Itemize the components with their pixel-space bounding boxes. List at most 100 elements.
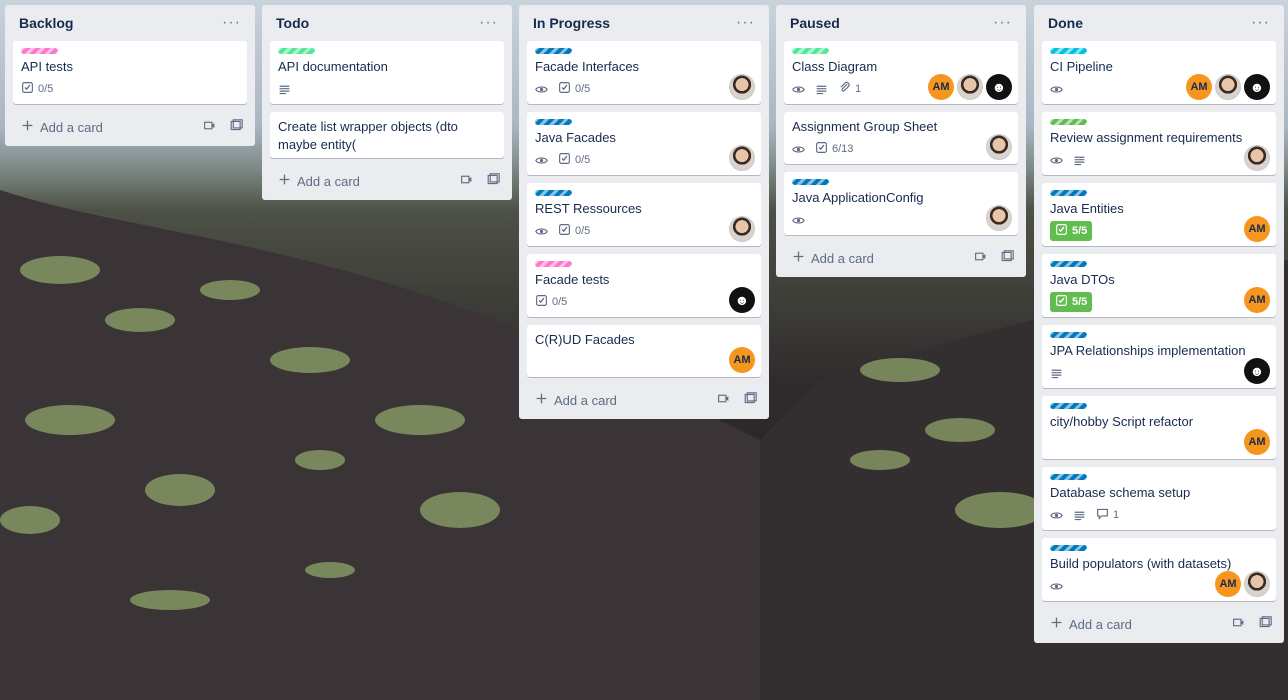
card-labels: [1050, 260, 1268, 268]
card-label: [535, 119, 572, 125]
avatar[interactable]: AM: [1186, 74, 1212, 100]
avatar[interactable]: [1244, 571, 1270, 597]
card-composer-icon[interactable]: [230, 119, 243, 135]
add-card-button[interactable]: Add a card: [278, 173, 360, 189]
card[interactable]: Class Diagram 1 AM ☻: [784, 41, 1018, 104]
avatar[interactable]: [1215, 74, 1241, 100]
checklist-count: 0/5: [552, 296, 568, 308]
card-badges: 5/5: [1050, 291, 1268, 313]
avatar[interactable]: AM: [928, 74, 954, 100]
card-composer-icon[interactable]: [744, 392, 757, 408]
card[interactable]: CI Pipeline AM ☻: [1042, 41, 1276, 104]
card-labels: [535, 189, 753, 197]
add-card-button[interactable]: Add a card: [21, 119, 103, 135]
template-icon[interactable]: [1232, 616, 1245, 632]
card-title: API documentation: [278, 59, 388, 74]
attachment-icon: [838, 81, 851, 97]
ellipsis-icon[interactable]: ···: [732, 14, 759, 32]
checklist-complete-badge: 5/5: [1050, 292, 1093, 312]
avatar[interactable]: [1244, 145, 1270, 171]
card[interactable]: Create list wrapper objects (dto maybe e…: [270, 112, 504, 158]
description-icon: [815, 83, 828, 96]
card-composer-icon[interactable]: [487, 173, 500, 189]
add-card-label: Add a card: [1069, 616, 1132, 632]
ellipsis-icon[interactable]: ···: [218, 14, 245, 32]
list-title[interactable]: Backlog: [19, 15, 73, 31]
card[interactable]: API tests 0/5: [13, 41, 247, 104]
card-members: AM: [1244, 429, 1270, 455]
card[interactable]: Build populators (with datasets) AM: [1042, 538, 1276, 601]
card[interactable]: REST Ressources 0/5: [527, 183, 761, 246]
card[interactable]: Facade Interfaces 0/5: [527, 41, 761, 104]
template-icon[interactable]: [460, 173, 473, 189]
card-badges: [1050, 149, 1268, 171]
card[interactable]: Assignment Group Sheet 6/13: [784, 112, 1018, 164]
template-icon[interactable]: [203, 119, 216, 135]
card-labels: [535, 260, 753, 268]
ellipsis-icon[interactable]: ···: [989, 14, 1016, 32]
card-title: Java DTOs: [1050, 272, 1115, 287]
add-card-button[interactable]: Add a card: [535, 392, 617, 408]
avatar[interactable]: ☻: [729, 287, 755, 313]
card-badges: 0/5: [535, 149, 753, 171]
card[interactable]: Java DTOs 5/5 AM: [1042, 254, 1276, 317]
card[interactable]: Review assignment requirements: [1042, 112, 1276, 175]
card[interactable]: Database schema setup 1: [1042, 467, 1276, 530]
avatar[interactable]: [729, 74, 755, 100]
list-title[interactable]: Paused: [790, 15, 840, 31]
avatar[interactable]: AM: [1244, 287, 1270, 313]
ellipsis-icon[interactable]: ···: [475, 14, 502, 32]
watch-icon: [792, 83, 805, 96]
card[interactable]: Java ApplicationConfig: [784, 172, 1018, 235]
card-labels: [1050, 47, 1268, 55]
add-card-tools: [1232, 616, 1272, 632]
add-card-tools: [203, 119, 243, 135]
comment-badge: 1: [1096, 507, 1119, 523]
list-title[interactable]: Done: [1048, 15, 1083, 31]
avatar[interactable]: ☻: [1244, 74, 1270, 100]
add-card-tools: [717, 392, 757, 408]
card-composer-icon[interactable]: [1259, 616, 1272, 632]
card-labels: [1050, 331, 1268, 339]
add-card-row: Add a card: [1042, 609, 1276, 639]
plus-icon: [535, 392, 548, 408]
card[interactable]: JPA Relationships implementation ☻: [1042, 325, 1276, 388]
avatar[interactable]: ☻: [986, 74, 1012, 100]
avatar[interactable]: AM: [1244, 429, 1270, 455]
template-icon[interactable]: [717, 392, 730, 408]
card-label: [792, 179, 829, 185]
avatar[interactable]: [957, 74, 983, 100]
avatar[interactable]: AM: [1244, 216, 1270, 242]
card-label: [1050, 474, 1087, 480]
card-labels: [535, 47, 753, 55]
avatar[interactable]: AM: [729, 347, 755, 373]
card[interactable]: city/hobby Script refactor AM: [1042, 396, 1276, 459]
card[interactable]: Java Entities 5/5 AM: [1042, 183, 1276, 246]
card[interactable]: Facade tests 0/5 ☻: [527, 254, 761, 317]
list-header: In Progress ···: [527, 5, 761, 41]
card-members: [729, 74, 755, 100]
avatar[interactable]: [986, 205, 1012, 231]
add-card-button[interactable]: Add a card: [1050, 616, 1132, 632]
list-title[interactable]: In Progress: [533, 15, 610, 31]
avatar[interactable]: [729, 145, 755, 171]
card-composer-icon[interactable]: [1001, 250, 1014, 266]
card[interactable]: Java Facades 0/5: [527, 112, 761, 175]
add-card-label: Add a card: [811, 250, 874, 266]
card-labels: [1050, 473, 1268, 481]
card-badges: [792, 209, 1010, 231]
card-labels: [792, 47, 1010, 55]
checklist-count: 0/5: [38, 83, 54, 95]
avatar[interactable]: ☻: [1244, 358, 1270, 384]
avatar[interactable]: [729, 216, 755, 242]
card-labels: [535, 118, 753, 126]
avatar[interactable]: AM: [1215, 571, 1241, 597]
card-members: AM: [1215, 571, 1270, 597]
card[interactable]: API documentation: [270, 41, 504, 104]
card[interactable]: C(R)UD Facades AM: [527, 325, 761, 377]
ellipsis-icon[interactable]: ···: [1247, 14, 1274, 32]
template-icon[interactable]: [974, 250, 987, 266]
list-title[interactable]: Todo: [276, 15, 309, 31]
avatar[interactable]: [986, 134, 1012, 160]
add-card-button[interactable]: Add a card: [792, 250, 874, 266]
